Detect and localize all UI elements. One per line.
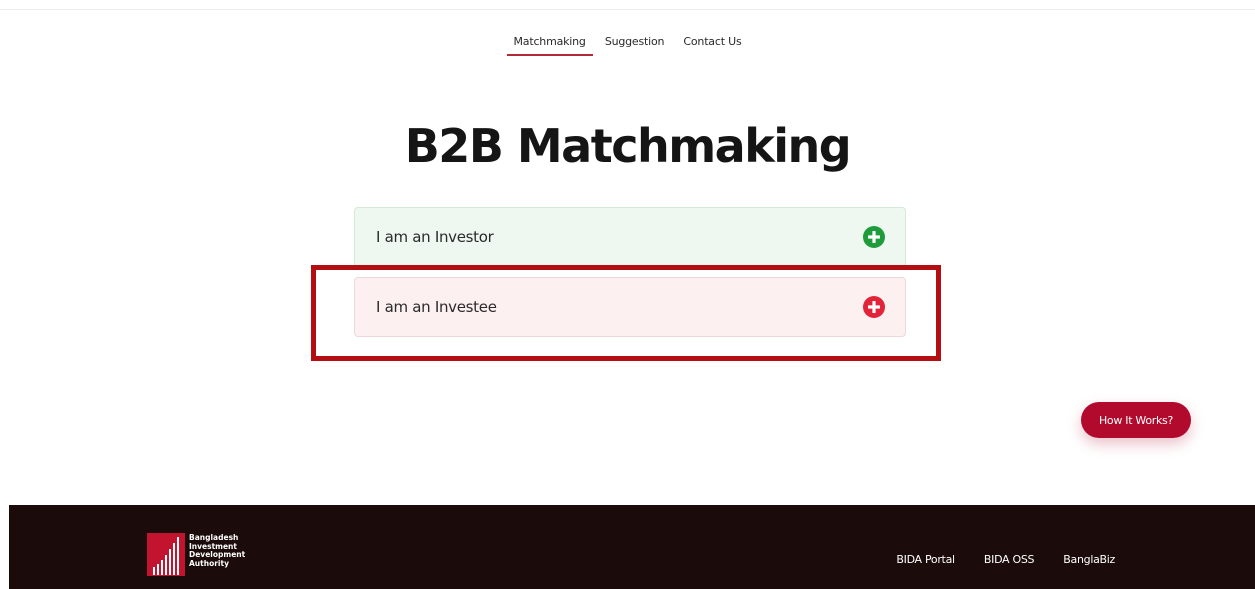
footer-link-banglabiz[interactable]: BanglaBiz bbox=[1063, 553, 1115, 566]
top-nav: Matchmaking Suggestion Contact Us bbox=[0, 30, 1255, 56]
page-title: B2B Matchmaking bbox=[404, 119, 852, 173]
investee-option-label: I am an Investee bbox=[376, 298, 497, 316]
investor-option-card[interactable]: I am an Investor bbox=[354, 207, 906, 267]
footer-link-bida-portal[interactable]: BIDA Portal bbox=[896, 553, 955, 566]
nav-item-contact-us[interactable]: Contact Us bbox=[680, 35, 744, 56]
nav-item-suggestion[interactable]: Suggestion bbox=[602, 35, 668, 56]
plus-circle-icon[interactable] bbox=[863, 296, 885, 318]
investee-option-card[interactable]: I am an Investee bbox=[354, 277, 906, 337]
plus-circle-icon[interactable] bbox=[863, 226, 885, 248]
top-divider bbox=[0, 9, 1255, 10]
footer-links: BIDA Portal BIDA OSS BanglaBiz bbox=[872, 548, 1115, 567]
how-it-works-button[interactable]: How It Works? bbox=[1081, 402, 1191, 438]
bida-logo[interactable]: Bangladesh Investment Development Author… bbox=[147, 531, 267, 577]
logo-line-authority: Authority bbox=[189, 558, 229, 568]
investor-option-label: I am an Investor bbox=[376, 228, 494, 246]
nav-item-matchmaking[interactable]: Matchmaking bbox=[506, 35, 593, 56]
bida-logo-text: Bangladesh Investment Development Author… bbox=[189, 533, 245, 568]
footer: Bangladesh Investment Development Author… bbox=[9, 505, 1255, 589]
footer-link-bida-oss[interactable]: BIDA OSS bbox=[984, 553, 1035, 566]
bida-logo-mark bbox=[147, 533, 185, 576]
